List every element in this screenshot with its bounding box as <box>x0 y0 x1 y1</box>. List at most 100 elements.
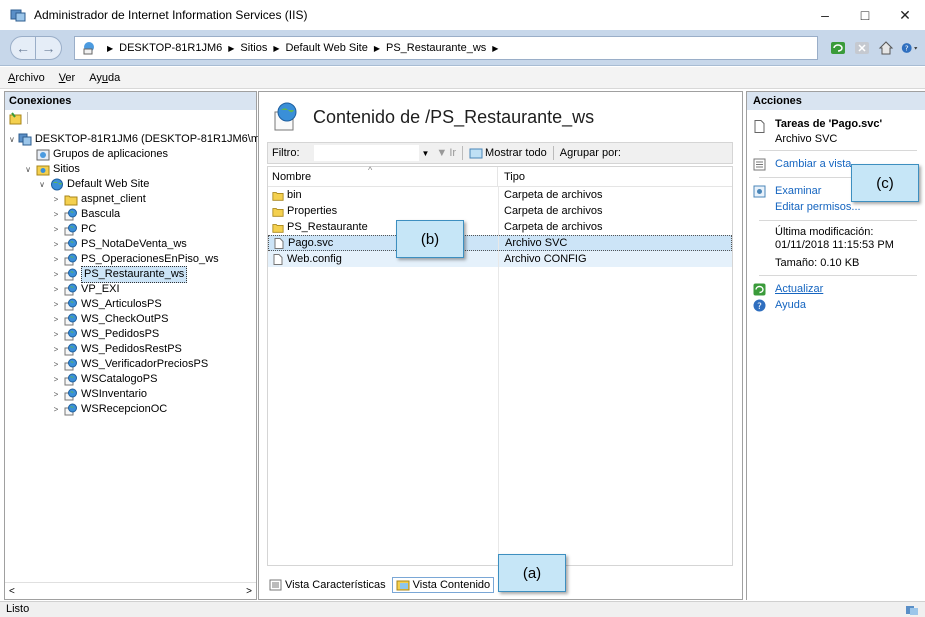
home-button[interactable] <box>877 39 895 57</box>
chevron-right-icon[interactable]: > <box>51 222 61 237</box>
tree-node[interactable]: ∨ Sitios <box>5 162 256 177</box>
chevron-down-icon[interactable]: ∨ <box>37 177 47 192</box>
breadcrumb-item[interactable]: DESKTOP-81R1JM6 <box>119 42 222 54</box>
tree-node[interactable]: ∨ DESKTOP-81R1JM6 (DESKTOP-81R1JM6\m <box>5 132 260 147</box>
connections-header: Conexiones <box>5 92 256 110</box>
web-app-icon <box>64 373 78 386</box>
tree-node-label: Sitios <box>53 163 80 175</box>
chevron-right-icon[interactable]: > <box>51 252 61 267</box>
chevron-right-icon[interactable]: > <box>51 402 61 417</box>
menu-ver[interactable]: Ver <box>59 72 76 84</box>
tree-node[interactable]: > WS_PedidosPS <box>5 327 256 342</box>
table-row[interactable]: bin Carpeta de archivos <box>268 187 732 203</box>
chevron-right-icon[interactable]: > <box>51 282 61 297</box>
forward-button[interactable]: → <box>36 36 62 60</box>
chevron-right-icon[interactable]: > <box>51 327 61 342</box>
funnel-icon[interactable]: ▼ <box>436 147 447 159</box>
chevron-down-icon[interactable]: ∨ <box>9 132 15 147</box>
filter-dropdown-icon[interactable]: ▼ <box>422 149 430 158</box>
tree-node[interactable]: > PS_NotaDeVenta_ws <box>5 237 256 252</box>
tree-node[interactable]: > WSInventario <box>5 387 256 402</box>
back-button[interactable]: ← <box>10 36 36 60</box>
stop-button[interactable] <box>853 39 871 57</box>
chevron-right-icon[interactable]: > <box>51 342 61 357</box>
chevron-right-icon[interactable]: > <box>51 267 61 282</box>
chevron-right-icon[interactable]: > <box>51 387 61 402</box>
chevron-right-icon[interactable]: > <box>51 207 61 222</box>
table-row[interactable]: Pago.svc Archivo SVC <box>268 235 732 251</box>
go-button[interactable]: Ir <box>449 147 456 159</box>
table-row[interactable]: Properties Carpeta de archivos <box>268 203 732 219</box>
explore-icon <box>753 185 766 198</box>
chevron-right-icon[interactable]: > <box>51 372 61 387</box>
grid-header: Nombre Tipo ^ <box>268 165 732 187</box>
horizontal-scrollbar[interactable]: < > <box>5 582 256 599</box>
tree-node[interactable]: > WS_PedidosRestPS <box>5 342 256 357</box>
tree-node[interactable]: > WS_CheckOutPS <box>5 312 256 327</box>
breadcrumb-item[interactable]: Default Web Site <box>285 42 367 54</box>
column-header-type[interactable]: Tipo <box>498 167 525 186</box>
tree-node[interactable]: > aspnet_client <box>5 192 256 207</box>
tree-node[interactable]: > VP_EXI <box>5 282 256 297</box>
chevron-right-icon[interactable]: > <box>51 297 61 312</box>
window-title: Administrador de Internet Information Se… <box>34 8 308 22</box>
tab-features-view[interactable]: Vista Características <box>265 577 390 593</box>
minimize-button[interactable]: – <box>805 0 845 30</box>
chevron-right-icon[interactable]: > <box>51 237 61 252</box>
web-app-icon <box>64 313 78 326</box>
filter-input[interactable] <box>313 145 419 161</box>
tree-node[interactable]: > WS_VerificadorPreciosPS <box>5 357 256 372</box>
maximize-button[interactable]: □ <box>845 0 885 30</box>
iis-app-icon <box>10 9 26 22</box>
create-connection-icon[interactable] <box>9 111 23 125</box>
web-app-icon <box>64 403 78 416</box>
tree-node-label: PS_Restaurante_ws <box>81 266 188 283</box>
show-all-button[interactable]: Mostrar todo <box>469 147 547 159</box>
tree-node[interactable]: Grupos de aplicaciones <box>5 147 256 162</box>
close-button[interactable]: ✕ <box>885 0 925 30</box>
server-icon <box>18 133 32 146</box>
scroll-left-icon[interactable]: < <box>9 586 15 597</box>
chevron-down-icon[interactable]: ∨ <box>23 162 33 177</box>
column-header-name[interactable]: Nombre <box>268 167 498 186</box>
menu-archivo[interactable]: Archivo <box>8 72 45 84</box>
tree-node[interactable]: > WSRecepcionOC <box>5 402 256 417</box>
tab-content-view[interactable]: Vista Contenido <box>391 577 495 593</box>
row-type: Carpeta de archivos <box>504 221 603 233</box>
tree-node[interactable]: > PS_Restaurante_ws <box>5 266 256 283</box>
chevron-right-icon[interactable]: > <box>51 312 61 327</box>
arrow-left-icon: ← <box>16 40 30 56</box>
status-bar: Listo <box>0 601 925 617</box>
breadcrumb-item[interactable]: Sitios <box>240 42 267 54</box>
tree-node-label: WS_PedidosRestPS <box>81 343 182 355</box>
tree-node[interactable]: > WSCatalogoPS <box>5 372 256 387</box>
table-row[interactable]: PS_Restaurante Carpeta de archivos <box>268 219 732 235</box>
tree-node-label: WS_VerificadorPreciosPS <box>81 358 209 370</box>
chevron-right-icon: ▶ <box>228 43 235 53</box>
tree-node[interactable]: ∨ Default Web Site <box>5 177 256 192</box>
scroll-right-icon[interactable]: > <box>246 586 252 597</box>
breadcrumb[interactable]: ▶ DESKTOP-81R1JM6 ▶ Sitios ▶ Default Web… <box>74 36 818 60</box>
chevron-right-icon: ▶ <box>373 43 380 53</box>
tree-node-label: WSRecepcionOC <box>81 403 168 415</box>
filter-label: Filtro: <box>272 147 300 159</box>
tree-node[interactable]: > WS_ArticulosPS <box>5 297 256 312</box>
callout-b: (b) <box>396 220 464 258</box>
table-row[interactable]: Web.config Archivo CONFIG <box>268 251 732 267</box>
web-app-icon <box>64 388 78 401</box>
web-app-icon <box>64 208 78 221</box>
refresh-link[interactable]: Actualizar <box>753 281 925 297</box>
help-button[interactable]: ? <box>901 39 919 57</box>
breadcrumb-item[interactable]: PS_Restaurante_ws <box>386 42 486 54</box>
row-type: Carpeta de archivos <box>504 205 603 217</box>
menu-ayuda[interactable]: Ayuda <box>89 72 120 84</box>
group-by-label[interactable]: Agrupar por: <box>560 147 621 159</box>
chevron-right-icon[interactable]: > <box>51 357 61 372</box>
refresh-button[interactable] <box>829 39 847 57</box>
tree-node[interactable]: > PS_OperacionesEnPiso_ws <box>5 252 256 267</box>
help-link[interactable]: ? Ayuda <box>753 297 925 313</box>
refresh-icon <box>753 283 766 296</box>
tree-node[interactable]: > Bascula <box>5 207 256 222</box>
chevron-right-icon[interactable]: > <box>51 192 61 207</box>
tree-node[interactable]: > PC <box>5 222 256 237</box>
